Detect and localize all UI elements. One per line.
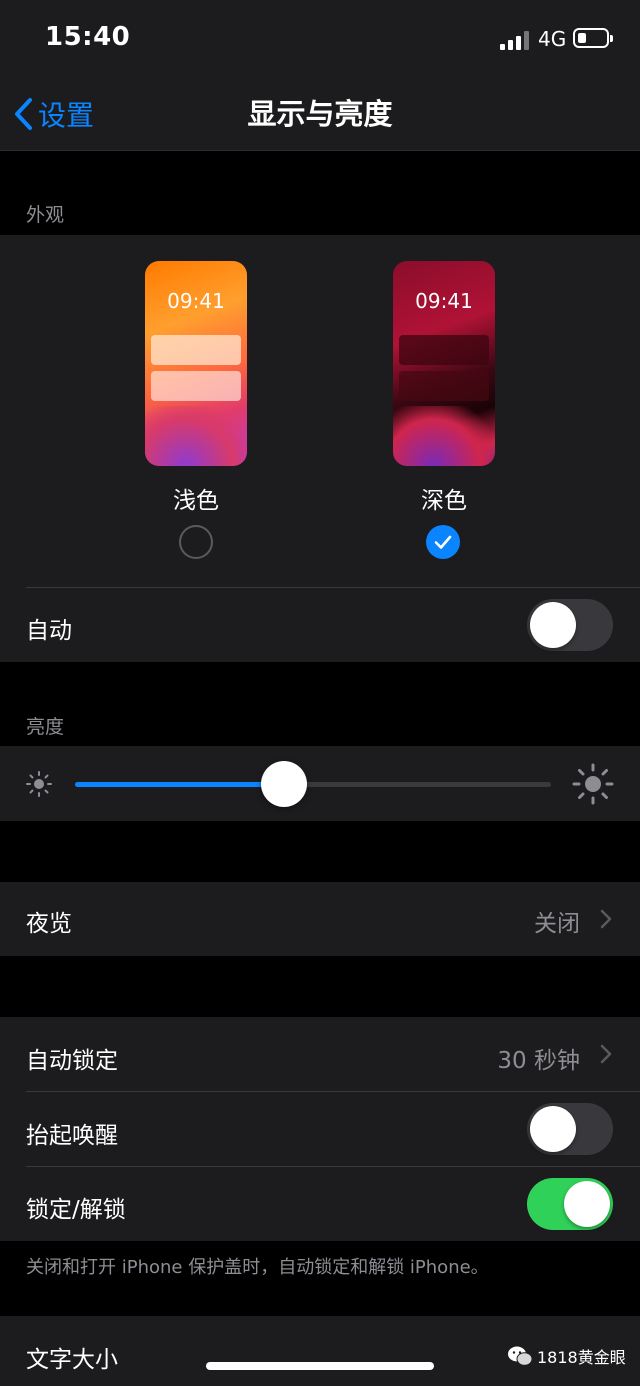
battery-icon xyxy=(573,28,613,48)
separator xyxy=(26,1091,640,1092)
preview-wave xyxy=(393,406,495,466)
lock-settings-panel: 自动锁定 30 秒钟 抬起唤醒 锁定/解锁 xyxy=(0,1017,640,1241)
appearance-panel: 09:41 浅色 09:41 深色 自动 xyxy=(0,235,640,662)
auto-lock-row[interactable]: 自动锁定 30 秒钟 xyxy=(0,1017,640,1091)
night-shift-row[interactable]: 夜览 关闭 xyxy=(0,882,640,956)
brightness-high-icon xyxy=(572,763,614,805)
brightness-low-icon xyxy=(26,771,52,797)
signal-icon xyxy=(500,30,530,50)
status-time: 15:40 xyxy=(45,22,131,52)
lock-footnote: 关闭和打开 iPhone 保护盖时，自动锁定和解锁 iPhone。 xyxy=(26,1257,489,1278)
lock-unlock-label: 锁定/解锁 xyxy=(26,1197,126,1223)
separator xyxy=(26,587,640,588)
section-header-brightness: 亮度 xyxy=(26,716,65,738)
watermark: 1818黄金眼 xyxy=(507,1344,626,1368)
brightness-fill xyxy=(75,782,285,787)
preview-card xyxy=(399,371,489,401)
auto-lock-label: 自动锁定 xyxy=(26,1048,118,1074)
auto-appearance-toggle[interactable] xyxy=(527,599,613,651)
lock-unlock-toggle[interactable] xyxy=(527,1178,613,1230)
raise-to-wake-toggle[interactable] xyxy=(527,1103,613,1155)
wechat-icon xyxy=(508,1346,533,1366)
preview-time: 09:41 xyxy=(167,289,225,313)
chevron-right-icon xyxy=(600,909,612,929)
toggle-knob xyxy=(530,602,576,648)
preview-card xyxy=(151,335,241,365)
preview-time: 09:41 xyxy=(415,289,473,313)
toggle-knob xyxy=(530,1106,576,1152)
raise-to-wake-label: 抬起唤醒 xyxy=(26,1123,118,1149)
brightness-slider-thumb[interactable] xyxy=(261,761,308,807)
chevron-right-icon xyxy=(600,1044,612,1064)
network-type: 4G xyxy=(538,27,567,51)
dark-mode-radio[interactable] xyxy=(426,525,460,559)
light-mode-radio[interactable] xyxy=(179,525,213,559)
light-mode-label: 浅色 xyxy=(173,488,219,514)
preview-card xyxy=(151,371,241,401)
brightness-panel xyxy=(0,746,640,821)
separator xyxy=(26,1166,640,1167)
dark-mode-label: 深色 xyxy=(421,488,467,514)
night-shift-label: 夜览 xyxy=(26,911,72,937)
text-size-label: 文字大小 xyxy=(26,1347,118,1373)
preview-card xyxy=(399,335,489,365)
night-shift-value: 关闭 xyxy=(534,911,580,937)
auto-appearance-label: 自动 xyxy=(26,618,72,644)
home-indicator[interactable] xyxy=(206,1362,434,1370)
light-mode-preview[interactable]: 09:41 xyxy=(145,261,247,466)
preview-wave xyxy=(145,406,247,466)
watermark-text: 1818黄金眼 xyxy=(537,1348,626,1367)
section-header-appearance: 外观 xyxy=(26,204,65,226)
dark-mode-preview[interactable]: 09:41 xyxy=(393,261,495,466)
auto-lock-value: 30 秒钟 xyxy=(497,1048,580,1074)
toggle-knob xyxy=(564,1181,610,1227)
page-title: 显示与亮度 xyxy=(247,97,393,131)
checkmark-icon xyxy=(434,535,452,549)
